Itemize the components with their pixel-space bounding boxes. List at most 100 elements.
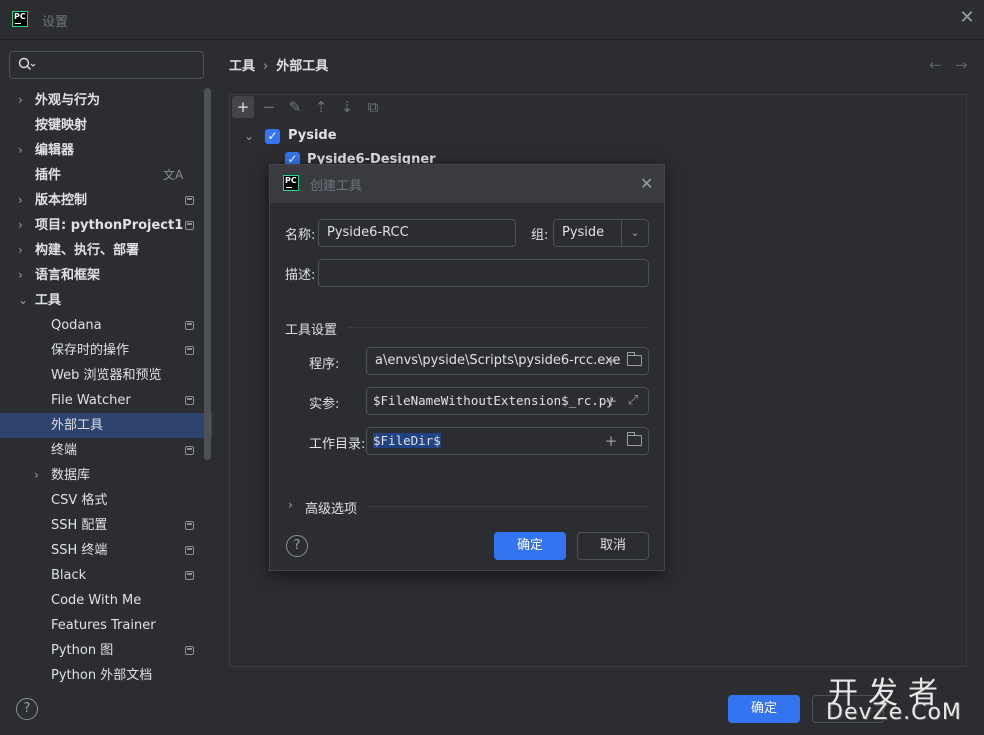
settings-ok-button[interactable]: 确定	[728, 695, 800, 723]
chevron-right-icon: ›	[263, 59, 269, 74]
sidebar-item[interactable]: 保存时的操作	[0, 338, 212, 363]
name-input[interactable]: Pyside6-RCC	[318, 219, 516, 247]
breadcrumb-parent[interactable]: 工具	[229, 59, 255, 74]
chevron-down-icon: ⌄	[630, 226, 640, 239]
sidebar-item[interactable]: SSH 终端	[0, 538, 212, 563]
working-directory-label: 工作目录:	[309, 437, 366, 452]
select-divider	[621, 220, 622, 246]
sidebar-item[interactable]: 终端	[0, 438, 212, 463]
program-input[interactable]: a\envs\pyside\Scripts\pyside6-rcc.exe +	[366, 347, 649, 375]
project-scope-icon	[185, 196, 194, 205]
chevron-right-icon[interactable]: ›	[18, 88, 30, 113]
insert-macro-icon[interactable]: +	[602, 348, 620, 374]
sidebar-item-label: 插件	[35, 168, 62, 183]
sidebar-item[interactable]: 插件 文A	[0, 163, 212, 188]
group-select[interactable]: Pyside ⌄	[553, 219, 649, 247]
sidebar-item[interactable]: Features Trainer	[0, 613, 212, 638]
sidebar-item[interactable]: ⌄ 工具	[0, 288, 212, 313]
settings-tree: › 外观与行为 按键映射 › 编辑器 插件 文A › 版本控制 › 项目: pythonProjec…	[0, 88, 212, 688]
expand-icon[interactable]: ⤢	[624, 388, 642, 414]
move-down-icon[interactable]: ⇣	[336, 96, 358, 118]
sidebar-item-label: 项目: pythonProject1	[35, 218, 184, 233]
edit-icon[interactable]: ✎	[284, 96, 306, 118]
chevron-right-icon[interactable]: ›	[18, 188, 30, 213]
sidebar-item[interactable]: › 项目: pythonProject1	[0, 213, 212, 238]
program-value: a\envs\pyside\Scripts\pyside6-rcc.exe	[375, 353, 621, 368]
chevron-right-icon[interactable]: ›	[18, 238, 30, 263]
sidebar-item-label: Python 外部文档	[51, 668, 153, 683]
sidebar-item-label: Black	[51, 568, 87, 583]
settings-help-button[interactable]: ?	[16, 698, 38, 720]
settings-search-input[interactable]	[9, 51, 204, 79]
move-up-icon[interactable]: ⇡	[310, 96, 332, 118]
sidebar-item-label: 构建、执行、部署	[35, 243, 140, 258]
browse-folder-icon[interactable]	[626, 432, 642, 446]
title-bar: PC 设置 ✕	[0, 0, 984, 40]
sidebar-item-label: SSH 终端	[51, 543, 108, 558]
dialog-close-icon[interactable]: ✕	[640, 174, 653, 193]
chevron-right-icon[interactable]: ›	[18, 263, 30, 288]
create-tool-dialog: PC 创建工具 ✕ 名称: Pyside6-RCC 组: Pyside ⌄ 描述…	[269, 164, 665, 571]
sidebar-item-label: 编辑器	[35, 143, 75, 158]
add-icon[interactable]: +	[232, 96, 254, 118]
copy-icon[interactable]: ⧉	[362, 96, 384, 118]
sidebar-item[interactable]: › 外观与行为	[0, 88, 212, 113]
sidebar-item[interactable]: Python 外部文档	[0, 663, 212, 688]
chevron-right-icon[interactable]: ›	[18, 138, 30, 163]
working-directory-input[interactable]: $FileDir$ +	[366, 427, 649, 455]
project-scope-icon	[185, 521, 194, 530]
close-icon[interactable]: ✕	[958, 9, 976, 27]
advanced-options-toggle[interactable]: 高级选项	[305, 498, 357, 517]
project-scope-icon	[185, 446, 194, 455]
breadcrumb: 工具 › 外部工具	[229, 55, 328, 74]
chevron-down-icon[interactable]: ⌄	[18, 288, 30, 313]
insert-macro-icon[interactable]: +	[602, 428, 620, 454]
sidebar-item[interactable]: › 语言和框架	[0, 263, 212, 288]
remove-icon[interactable]: −	[258, 96, 280, 118]
sidebar-item[interactable]: › 版本控制	[0, 188, 212, 213]
section-divider	[367, 506, 649, 507]
sidebar-item-label: 终端	[51, 443, 78, 458]
browse-folder-icon[interactable]	[626, 352, 642, 366]
sidebar-item-label: 工具	[35, 293, 62, 308]
group-checkbox[interactable]: ✓	[265, 129, 280, 144]
sidebar-item[interactable]: 按键映射	[0, 113, 212, 138]
sidebar-item[interactable]: Black	[0, 563, 212, 588]
dialog-ok-button[interactable]: 确定	[494, 532, 566, 560]
dialog-cancel-button[interactable]: 取消	[577, 532, 649, 560]
sidebar-item-label: File Watcher	[51, 393, 131, 408]
sidebar-item[interactable]: CSV 格式	[0, 488, 212, 513]
chevron-right-icon[interactable]: ›	[288, 498, 293, 512]
sidebar-item-label: Web 浏览器和预览	[51, 368, 162, 383]
forward-arrow-icon[interactable]: →	[955, 56, 968, 74]
pycharm-logo-icon: PC	[12, 11, 28, 27]
sidebar-item[interactable]: Qodana	[0, 313, 212, 338]
description-input[interactable]	[318, 259, 649, 287]
sidebar-item[interactable]: SSH 配置	[0, 513, 212, 538]
group-select-value: Pyside	[562, 225, 605, 240]
sidebar-item[interactable]: › 编辑器	[0, 138, 212, 163]
sidebar-item[interactable]: › 数据库	[0, 463, 212, 488]
help-button[interactable]: ?	[286, 535, 308, 557]
watermark-logo: 开发者 DevZe.CoM	[826, 668, 976, 730]
sidebar-item-label: 数据库	[51, 468, 91, 483]
dialog-title-bar: PC 创建工具 ✕	[270, 165, 664, 203]
chevron-right-icon[interactable]: ›	[18, 213, 30, 238]
back-arrow-icon[interactable]: ←	[929, 56, 942, 74]
sidebar-item[interactable]: › 构建、执行、部署	[0, 238, 212, 263]
sidebar-item[interactable]: File Watcher	[0, 388, 212, 413]
sidebar-scrollbar[interactable]	[204, 88, 211, 460]
sidebar-item[interactable]: Code With Me	[0, 588, 212, 613]
insert-macro-icon[interactable]: +	[602, 388, 620, 414]
arguments-input[interactable]: $FileNameWithoutExtension$_rc.py + ⤢	[366, 387, 649, 415]
chevron-right-icon[interactable]: ›	[34, 463, 46, 488]
sidebar-item-label: Python 图	[51, 643, 114, 658]
sidebar-item-label: 语言和框架	[35, 268, 101, 283]
sidebar-item[interactable]: 外部工具	[0, 413, 212, 438]
name-label: 名称:	[285, 228, 316, 243]
project-scope-icon	[185, 546, 194, 555]
sidebar-item[interactable]: Web 浏览器和预览	[0, 363, 212, 388]
sidebar-item-label: SSH 配置	[51, 518, 108, 533]
sidebar-item[interactable]: Python 图	[0, 638, 212, 663]
tool-group-row[interactable]: ⌄	[244, 126, 254, 146]
